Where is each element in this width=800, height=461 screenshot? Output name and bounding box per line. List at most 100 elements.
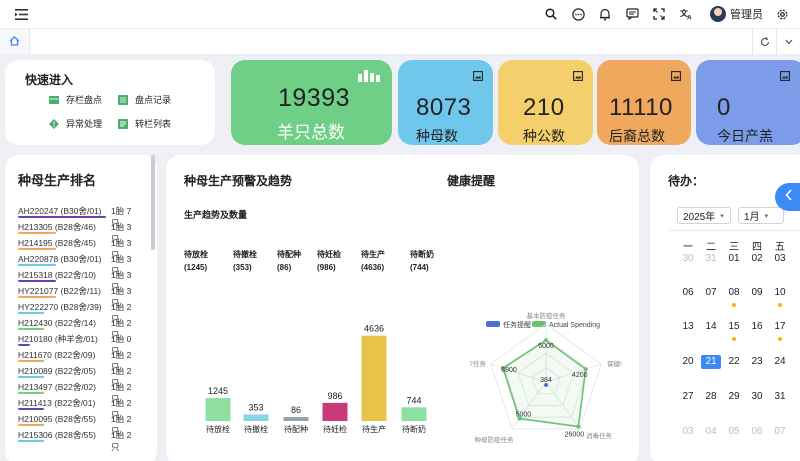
tab-home[interactable] — [0, 28, 30, 55]
metric-breeding: 待配种 (86) — [277, 250, 301, 272]
quick-item-transfer-list[interactable]: 转栏列表 — [118, 117, 171, 130]
list-item[interactable]: H210089 (B22舍/05) 1胎 2只 — [18, 365, 138, 388]
calendar-day[interactable]: 07 — [770, 425, 790, 439]
list-item[interactable]: H212430 (B22舍/14) 1胎 2只 — [18, 317, 138, 340]
username[interactable]: 管理员 — [730, 6, 763, 22]
calendar-day[interactable]: 27 — [678, 390, 698, 404]
radar-indicator-label: 基本防疫任务 — [527, 311, 567, 320]
bar-value-label: 744 — [406, 395, 421, 405]
calendar-day[interactable]: 06 — [678, 286, 698, 300]
calendar-day[interactable]: 30 — [747, 390, 767, 404]
chevron-down-icon[interactable] — [776, 29, 800, 55]
calendar-day[interactable]: 07 — [701, 286, 721, 300]
quick-item-exception[interactable]: 异常处理 — [49, 117, 102, 130]
bar[interactable] — [205, 398, 231, 421]
bar[interactable] — [243, 414, 269, 421]
ranking-scrollbar[interactable] — [151, 155, 155, 250]
ranking-bar — [18, 376, 44, 378]
calendar-day[interactable]: 01 — [724, 252, 744, 266]
calendar-day[interactable]: 22 — [724, 355, 744, 369]
message-icon[interactable] — [620, 2, 644, 26]
production-title: 种母生产预警及趋势 — [184, 174, 293, 188]
list-item[interactable]: H213497 (B22舍/02) 1胎 2只 — [18, 381, 138, 404]
calendar-day[interactable]: 17 — [770, 320, 790, 334]
calendar-day[interactable]: 13 — [678, 320, 698, 334]
stat-card-ewes[interactable]: 8073 种母数 — [398, 60, 493, 145]
list-item[interactable]: H211413 (B22舍/01) 1胎 2只 — [18, 397, 138, 420]
list-item[interactable]: H210180 (种羊舍/01) 1胎 0只 — [18, 333, 138, 356]
calendar-day[interactable]: 03 — [678, 425, 698, 439]
calendar-day[interactable]: 29 — [724, 390, 744, 404]
quick-item-records[interactable]: 盘点记录 — [118, 93, 171, 106]
calendar-day[interactable]: 21 — [701, 355, 721, 369]
calendar-day[interactable]: 28 — [701, 390, 721, 404]
bell-icon[interactable] — [593, 2, 617, 26]
ranking-bar — [18, 424, 44, 426]
calendar-day[interactable]: 06 — [747, 425, 767, 439]
home-icon — [9, 33, 20, 51]
bar[interactable] — [361, 335, 387, 421]
bar[interactable] — [322, 402, 348, 421]
radar-point[interactable] — [576, 424, 581, 429]
list-item[interactable]: H210095 (B28舍/55) 1胎 2只 — [18, 413, 138, 436]
list-item[interactable]: H214195 (B28舍/45) 1胎 3只 — [18, 237, 138, 260]
stat-card-lambs-today[interactable]: 0 今日产羔 — [696, 60, 800, 145]
month-select[interactable]: 1月 ▾ — [738, 207, 784, 224]
list-item[interactable]: AH220247 (B30舍/01) 1胎 7只 — [18, 205, 138, 228]
bar-category-label: 待撤栓 — [244, 424, 268, 434]
calendar-day[interactable]: 15 — [724, 320, 744, 334]
list-item[interactable]: HY221077 (B22舍/11) 1胎 3只 — [18, 285, 138, 308]
radar-point[interactable] — [583, 367, 588, 372]
list-item[interactable]: HY222270 (B28舍/39) 1胎 2只 — [18, 301, 138, 324]
list-item[interactable]: AH220878 (B30舍/01) 1胎 3只 — [18, 253, 138, 276]
calendar-day[interactable]: 02 — [747, 252, 767, 266]
calendar-day[interactable]: 30 — [678, 252, 698, 266]
search-icon[interactable] — [539, 2, 563, 26]
calendar-day[interactable]: 20 — [678, 355, 698, 369]
legend-label: Actual Spending — [549, 322, 600, 329]
calendar-day[interactable]: 14 — [701, 320, 721, 334]
bar-value-label: 86 — [291, 405, 301, 415]
settings-icon[interactable] — [770, 2, 794, 26]
list-item[interactable]: H213305 (B28舍/46) 1胎 3只 — [18, 221, 138, 244]
task-dot — [732, 303, 736, 307]
bar-value-label: 4636 — [364, 325, 384, 334]
fullscreen-icon[interactable] — [647, 2, 671, 26]
quick-item-inventory[interactable]: 存栏盘点 — [49, 93, 102, 106]
translate-icon[interactable]: 文A — [674, 2, 698, 26]
avatar[interactable] — [710, 6, 726, 22]
bar[interactable] — [283, 417, 309, 421]
list-item[interactable]: H211670 (B22舍/09) 1胎 2只 — [18, 349, 138, 372]
calendar-day[interactable]: 05 — [724, 425, 744, 439]
chat-icon[interactable] — [566, 2, 590, 26]
stat-card-offspring[interactable]: 11110 后裔总数 — [597, 60, 691, 145]
collapse-panel-button[interactable] — [775, 183, 800, 211]
calendar-day[interactable]: 10 — [770, 286, 790, 300]
calendar-day[interactable]: 09 — [747, 286, 767, 300]
calendar-day[interactable]: 08 — [724, 286, 744, 300]
refresh-icon[interactable] — [752, 29, 776, 55]
radar-point[interactable] — [544, 338, 548, 343]
quick-item-label: 盘点记录 — [135, 95, 172, 105]
stat-card-rams[interactable]: 210 种公数 — [498, 60, 593, 145]
calendar-day[interactable]: 31 — [701, 252, 721, 266]
list-item[interactable]: H215306 (B28舍/55) 1胎 2只 — [18, 429, 138, 452]
radar-indicator-label: 种母防疫任务 — [475, 435, 515, 444]
calendar-day[interactable]: 31 — [770, 390, 790, 404]
stat-card-total-sheep[interactable]: 19393 羊只总数 — [231, 60, 392, 145]
bar[interactable] — [401, 407, 427, 421]
calendar-day[interactable]: 24 — [770, 355, 790, 369]
calendar-day[interactable]: 04 — [701, 425, 721, 439]
metric-lambing: 待生产 (4636) — [361, 250, 385, 272]
list-item[interactable]: H215318 (B22舍/10) 1胎 3只 — [18, 269, 138, 292]
radar-value-label: 5000 — [538, 343, 554, 350]
calendar-day[interactable]: 16 — [747, 320, 767, 334]
calendar-day[interactable]: 03 — [770, 252, 790, 266]
task-dot — [778, 337, 782, 341]
calendar-day[interactable]: 23 — [747, 355, 767, 369]
ranking-bar — [18, 280, 56, 282]
ewe-name: H215318 (B22舍/10) — [18, 270, 96, 280]
year-select[interactable]: 2025年 ▾ — [677, 207, 731, 224]
menu-icon[interactable] — [9, 2, 33, 26]
ranking-bar — [18, 248, 56, 250]
